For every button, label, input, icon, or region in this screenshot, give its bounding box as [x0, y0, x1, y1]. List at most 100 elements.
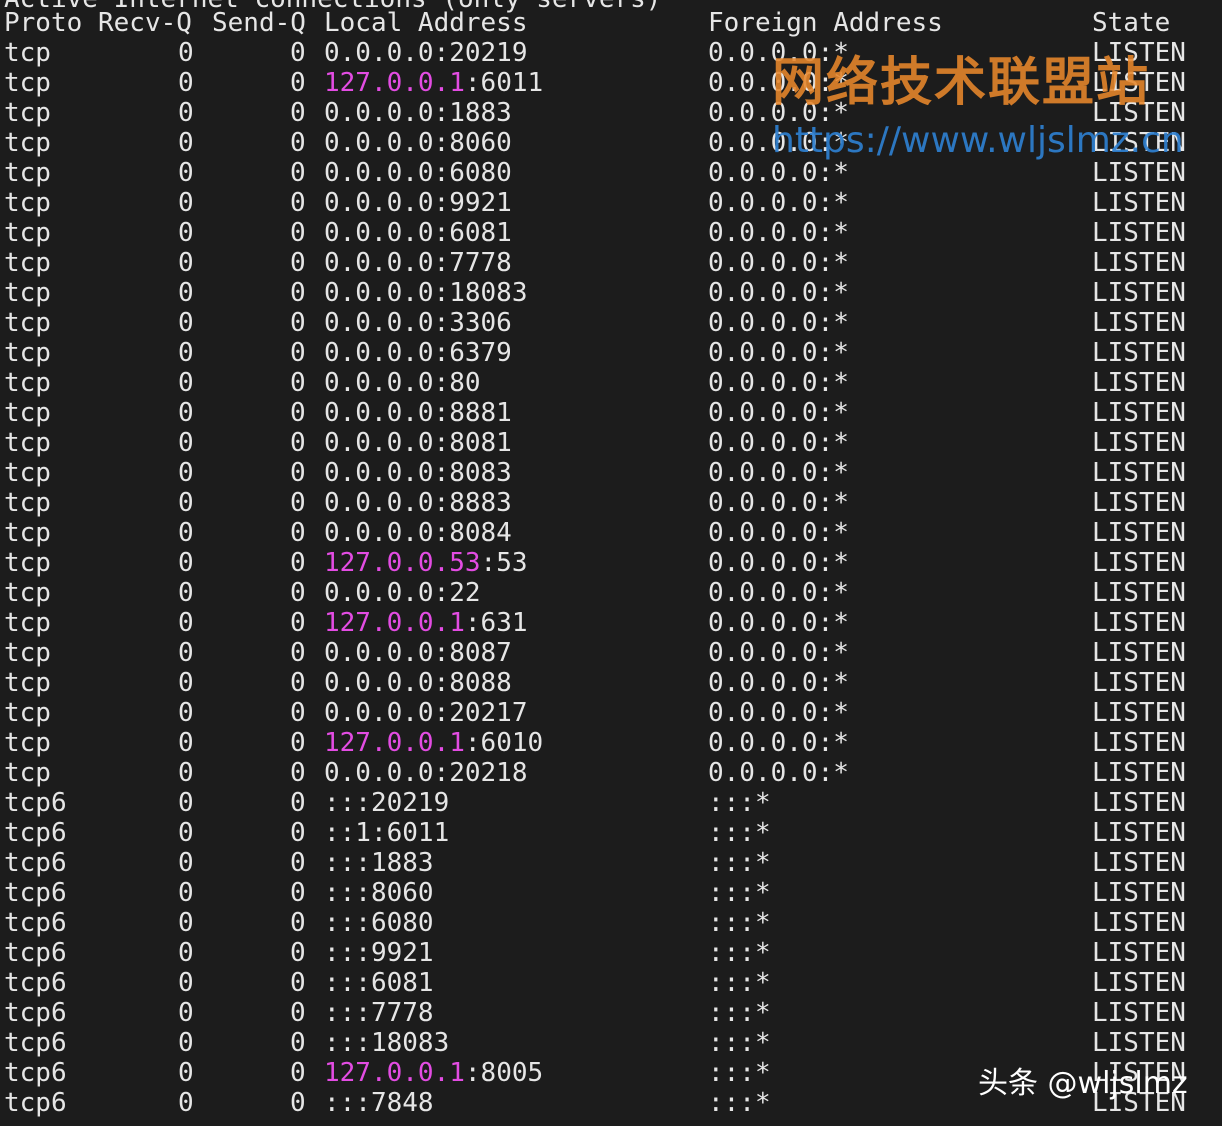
send-q-cell: 0 [290, 1088, 306, 1118]
foreign-address-cell: 0.0.0.0:* [708, 638, 849, 668]
table-row: tcp 0 0 0.0.0.0:3306 0.0.0.0:* LISTEN [0, 308, 1222, 338]
foreign-address-cell: 0.0.0.0:* [708, 728, 849, 758]
state-cell: LISTEN [1092, 668, 1186, 698]
state-cell: LISTEN [1092, 338, 1186, 368]
foreign-address-cell: :::* [708, 938, 771, 968]
send-q-cell: 0 [290, 548, 306, 578]
local-address-cell: 0.0.0.0:1883 [324, 98, 512, 128]
local-address-highlight: 127.0.0.1 [324, 1058, 465, 1088]
proto-cell: tcp [4, 278, 51, 308]
foreign-address-cell: 0.0.0.0:* [708, 188, 849, 218]
local-address-cell: 0.0.0.0:8883 [324, 488, 512, 518]
header-proto: Proto [4, 8, 83, 38]
local-address-rest: 0.0.0.0:20217 [324, 698, 528, 728]
proto-cell: tcp6 [4, 998, 67, 1028]
send-q-cell: 0 [290, 788, 306, 818]
recv-q-cell: 0 [178, 338, 194, 368]
recv-q-cell: 0 [178, 818, 194, 848]
table-row: tcp 0 0 0.0.0.0:6081 0.0.0.0:* LISTEN [0, 218, 1222, 248]
header-send-q: Send-Q [212, 8, 306, 38]
state-cell: LISTEN [1092, 848, 1186, 878]
watermark-platform-tag: 头条 @wljslmz [978, 1066, 1188, 1101]
local-address-cell: :::7778 [324, 998, 434, 1028]
proto-cell: tcp [4, 38, 51, 68]
table-row: tcp 0 0 0.0.0.0:8881 0.0.0.0:* LISTEN [0, 398, 1222, 428]
foreign-address-cell: 0.0.0.0:* [708, 698, 849, 728]
proto-cell: tcp6 [4, 878, 67, 908]
send-q-cell: 0 [290, 458, 306, 488]
send-q-cell: 0 [290, 128, 306, 158]
proto-cell: tcp6 [4, 938, 67, 968]
recv-q-cell: 0 [178, 308, 194, 338]
local-address-rest: 0.0.0.0:7778 [324, 248, 512, 278]
recv-q-cell: 0 [178, 128, 194, 158]
table-row: tcp 0 0 0.0.0.0:20217 0.0.0.0:* LISTEN [0, 698, 1222, 728]
recv-q-cell: 0 [178, 548, 194, 578]
send-q-cell: 0 [290, 1058, 306, 1088]
proto-cell: tcp [4, 608, 51, 638]
watermark-site-url: https://www.wljslmz.cn [772, 120, 1184, 161]
proto-cell: tcp [4, 398, 51, 428]
proto-cell: tcp [4, 218, 51, 248]
local-address-cell: ::1:6011 [324, 818, 449, 848]
local-address-rest: :::20219 [324, 788, 450, 818]
proto-cell: tcp [4, 758, 51, 788]
foreign-address-cell: 0.0.0.0:* [708, 458, 849, 488]
header-foreign-address: Foreign Address [708, 8, 943, 38]
local-address-cell: 127.0.0.1:8005 [324, 1058, 543, 1088]
watermark-site-name: 网络技术联盟站 [772, 53, 1151, 113]
local-address-rest: 0.0.0.0:3306 [324, 308, 512, 338]
proto-cell: tcp [4, 638, 51, 668]
state-cell: LISTEN [1092, 518, 1186, 548]
send-q-cell: 0 [290, 188, 306, 218]
recv-q-cell: 0 [178, 758, 194, 788]
state-cell: LISTEN [1092, 398, 1186, 428]
recv-q-cell: 0 [178, 1088, 194, 1118]
table-row: tcp 0 0 0.0.0.0:18083 0.0.0.0:* LISTEN [0, 278, 1222, 308]
table-row: tcp 0 0 0.0.0.0:6080 0.0.0.0:* LISTEN [0, 158, 1222, 188]
local-address-cell: 0.0.0.0:8088 [324, 668, 512, 698]
local-address-rest: :6011 [464, 68, 544, 98]
local-address-cell: 0.0.0.0:18083 [324, 278, 528, 308]
send-q-cell: 0 [290, 308, 306, 338]
local-address-cell: 0.0.0.0:8081 [324, 428, 512, 458]
local-address-rest: :::18083 [324, 1028, 450, 1058]
local-address-cell: 0.0.0.0:6379 [324, 338, 512, 368]
foreign-address-cell: 0.0.0.0:* [708, 248, 849, 278]
proto-cell: tcp [4, 488, 51, 518]
local-address-rest: 0.0.0.0:8060 [324, 128, 512, 158]
foreign-address-cell: 0.0.0.0:* [708, 548, 849, 578]
local-address-rest: 0.0.0.0:8087 [324, 638, 512, 668]
terminal-window[interactable]: Active Internet connections (only server… [0, 0, 1222, 1126]
send-q-cell: 0 [290, 608, 306, 638]
recv-q-cell: 0 [178, 698, 194, 728]
local-address-rest: 0.0.0.0:20219 [324, 38, 528, 68]
send-q-cell: 0 [290, 698, 306, 728]
state-cell: LISTEN [1092, 938, 1186, 968]
recv-q-cell: 0 [178, 368, 194, 398]
header-local-address: Local Address [324, 8, 528, 38]
recv-q-cell: 0 [178, 518, 194, 548]
recv-q-cell: 0 [178, 398, 194, 428]
local-address-cell: 0.0.0.0:6080 [324, 158, 512, 188]
send-q-cell: 0 [290, 878, 306, 908]
proto-cell: tcp6 [4, 848, 67, 878]
proto-cell: tcp [4, 338, 51, 368]
proto-cell: tcp [4, 68, 51, 98]
proto-cell: tcp [4, 98, 51, 128]
foreign-address-cell: 0.0.0.0:* [708, 278, 849, 308]
local-address-rest: 0.0.0.0:8081 [324, 428, 512, 458]
local-address-cell: 0.0.0.0:80 [324, 368, 481, 398]
state-cell: LISTEN [1092, 968, 1186, 998]
send-q-cell: 0 [290, 938, 306, 968]
local-address-rest: 0.0.0.0:8088 [324, 668, 512, 698]
foreign-address-cell: 0.0.0.0:* [708, 428, 849, 458]
proto-cell: tcp6 [4, 1028, 67, 1058]
local-address-cell: 127.0.0.1:6010 [324, 728, 543, 758]
local-address-rest: :::6080 [324, 908, 434, 938]
foreign-address-cell: :::* [708, 998, 771, 1028]
local-address-rest: :::7848 [324, 1088, 434, 1118]
local-address-cell: :::18083 [324, 1028, 449, 1058]
local-address-rest: 0.0.0.0:6379 [324, 338, 512, 368]
table-row: tcp 0 0 0.0.0.0:8081 0.0.0.0:* LISTEN [0, 428, 1222, 458]
